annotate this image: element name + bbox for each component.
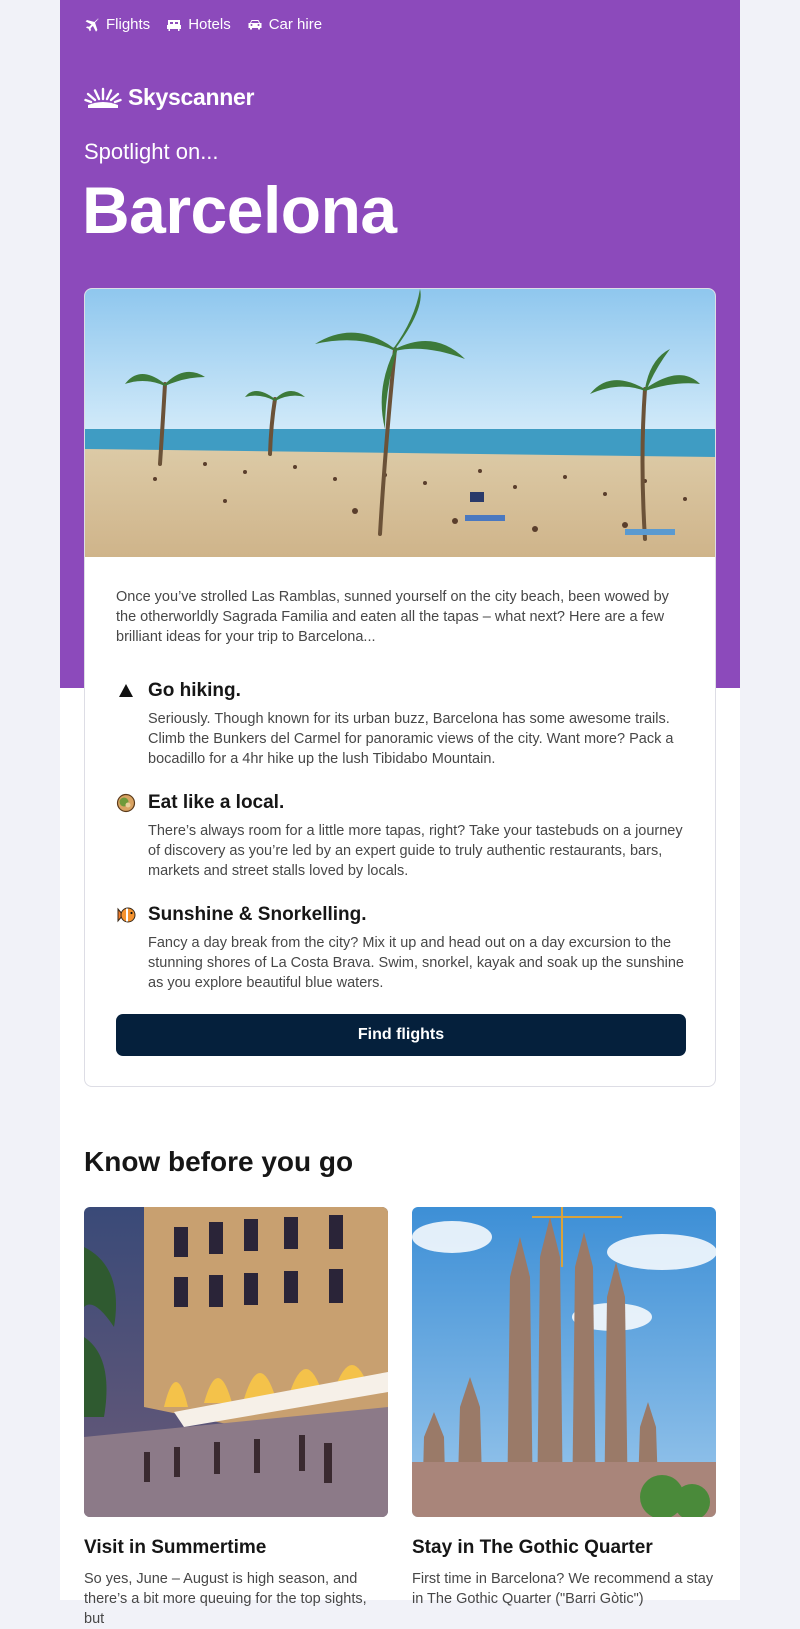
top-nav: Flights Hotels Car hire — [84, 16, 322, 33]
nav-label: Car hire — [268, 16, 323, 33]
tip-title: Eat like a local. — [148, 792, 285, 813]
hero-kicker: Spotlight on... — [84, 139, 219, 164]
nav-label: Hotels — [188, 16, 231, 33]
find-flights-button[interactable]: Find flights — [116, 1014, 686, 1056]
nav-item-car-hire[interactable]: Car hire — [247, 16, 322, 33]
nav-item-hotels[interactable]: Hotels — [166, 16, 231, 33]
spotlight-card: Once you’ve strolled Las Ramblas, sunned… — [84, 288, 716, 1087]
beach-photo[interactable] — [85, 289, 716, 557]
know-before-you-go-heading: Know before you go — [84, 1146, 354, 1177]
tip-body: There’s always room for a little more ta… — [148, 823, 683, 879]
know-card-summertime[interactable]: Visit in Summertime So yes, June – Augus… — [84, 1207, 388, 1627]
tip-title: Go hiking. — [148, 680, 241, 701]
food-bowl-icon — [116, 793, 136, 813]
card-title: Visit in Summertime — [84, 1537, 267, 1558]
tip-title: Sunshine & Snorkelling. — [148, 904, 367, 925]
tip-body: Seriously. Though known for its urban bu… — [148, 711, 674, 767]
sagrada-familia-photo[interactable] — [412, 1207, 716, 1517]
car-icon — [248, 19, 262, 29]
tropical-fish-icon — [117, 907, 136, 923]
card-body: So yes, June – August is high season, an… — [84, 1571, 367, 1627]
know-card-gothic-quarter[interactable]: Stay in The Gothic Quarter First time in… — [412, 1207, 716, 1607]
nav-label: Flights — [106, 16, 151, 33]
sunrise-logo-icon — [84, 87, 122, 108]
summer-plaza-photo[interactable] — [84, 1207, 388, 1517]
email-page: Flights Hotels Car hire Skyscanner Spotl… — [60, 0, 740, 1627]
intro-text: Once you’ve strolled Las Ramblas, sunned… — [116, 589, 669, 645]
tip-body: Fancy a day break from the city? Mix it … — [148, 935, 684, 991]
bed-icon — [167, 19, 182, 31]
card-body: First time in Barcelona? We recommend a … — [412, 1571, 714, 1607]
mountain-icon — [119, 684, 133, 697]
hero-city-title: Barcelona — [82, 173, 397, 247]
brand-name: Skyscanner — [128, 84, 255, 110]
nav-item-flights[interactable]: Flights — [84, 16, 150, 33]
card-title: Stay in The Gothic Quarter — [412, 1537, 653, 1558]
skyscanner-logo[interactable]: Skyscanner — [84, 84, 254, 111]
plane-icon — [85, 17, 99, 32]
